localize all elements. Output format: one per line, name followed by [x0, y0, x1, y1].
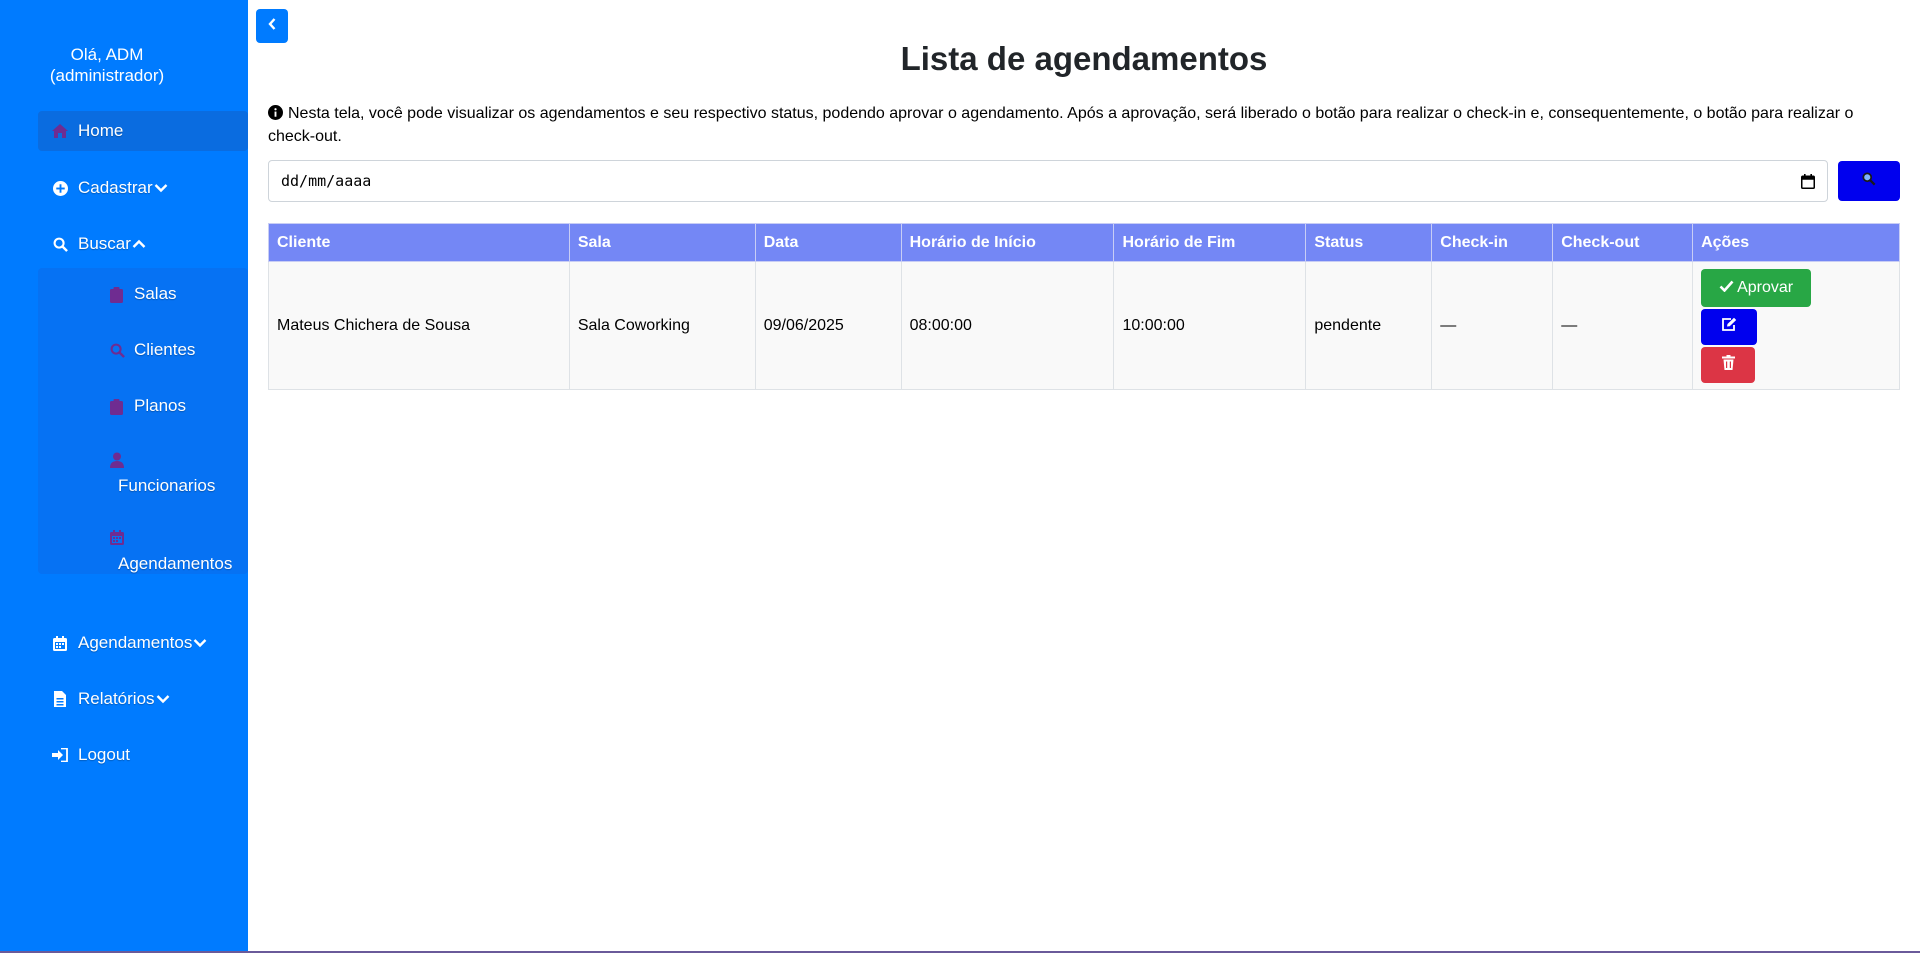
sidebar-item-label: Cadastrar: [78, 178, 153, 197]
approve-button[interactable]: Aprovar: [1701, 268, 1812, 307]
table-row: Mateus Chichera de Sousa Sala Coworking …: [268, 261, 1900, 390]
home-icon: [52, 123, 68, 139]
chevron-left-icon: [267, 17, 277, 36]
column-header-fim: Horário de Fim: [1113, 223, 1307, 262]
column-header-acoes: Ações: [1692, 223, 1900, 262]
sidebar-item-label: Buscar: [78, 234, 131, 253]
sidebar-item-agendamentos[interactable]: Agendamentos: [38, 623, 248, 663]
clipboard-icon: [110, 399, 124, 415]
sidebar-item-label: Agendamentos: [78, 633, 193, 652]
column-header-sala: Sala: [568, 223, 756, 262]
sidebar-toggle-button[interactable]: [256, 9, 288, 43]
search-button[interactable]: [1838, 161, 1900, 201]
sidebar-item-home[interactable]: Home: [38, 111, 248, 151]
column-header-checkin: Check-in: [1431, 223, 1554, 262]
column-header-data: Data: [754, 223, 902, 262]
user-icon: [110, 452, 124, 468]
delete-button[interactable]: [1701, 346, 1756, 383]
app: Olá, ADM (administrador) Home Cadastrar …: [0, 0, 1920, 970]
clipboard-icon: [110, 287, 124, 303]
cell-sala: Sala Coworking: [568, 261, 756, 390]
sidebar-item-relatorios[interactable]: Relatórios: [38, 679, 248, 719]
calendar-picker-icon[interactable]: [1801, 174, 1815, 193]
sidebar-item-label: Logout: [78, 745, 130, 764]
chevron-down-icon: [193, 638, 207, 648]
column-header-inicio: Horário de Início: [900, 223, 1115, 262]
submenu-item-agendamentos[interactable]: Agendamentos: [110, 530, 240, 578]
cell-data: 09/06/2025: [754, 261, 902, 390]
chevron-down-icon: [156, 694, 170, 704]
cell-checkin: —: [1431, 261, 1554, 390]
calendar-icon: [52, 635, 68, 651]
date-filter-input[interactable]: dd/mm/aaaa: [268, 160, 1828, 202]
cell-fim: 10:00:00: [1113, 261, 1307, 390]
search-icon: [52, 236, 68, 252]
cell-checkout: —: [1552, 261, 1694, 390]
check-icon: [1719, 279, 1734, 297]
info-text: Nesta tela, você pode visualizar os agen…: [268, 105, 1854, 145]
sidebar: Olá, ADM (administrador) Home Cadastrar …: [0, 0, 248, 952]
sidebar-item-buscar[interactable]: Buscar: [38, 224, 248, 264]
chevron-up-icon: [132, 239, 146, 249]
cell-inicio: 08:00:00: [900, 261, 1115, 390]
calendar-icon: [110, 530, 124, 546]
trash-icon: [1721, 354, 1735, 375]
file-icon: [52, 691, 68, 707]
sidebar-item-cadastrar[interactable]: Cadastrar: [38, 168, 248, 208]
page-title: Lista de agendamentos: [900, 40, 1268, 77]
buscar-submenu: Salas Clientes Planos Funcionarios Agend…: [38, 268, 248, 574]
sign-out-icon: [52, 747, 68, 763]
user-greeting: Olá, ADM (administrador): [49, 45, 165, 85]
magnifier-icon: [1862, 171, 1876, 191]
plus-circle-icon: [52, 180, 68, 196]
search-icon: [110, 343, 125, 359]
chevron-down-icon: [154, 183, 168, 193]
date-input-placeholder: dd/mm/aaaa: [281, 172, 372, 190]
approve-button-label: Aprovar: [1737, 278, 1794, 296]
cell-acoes: Aprovar: [1692, 261, 1900, 390]
cell-status: pendente: [1305, 261, 1433, 390]
column-header-cliente: Cliente: [268, 223, 570, 262]
edit-icon: [1721, 317, 1737, 337]
column-header-checkout: Check-out: [1552, 223, 1694, 262]
row-actions: Aprovar: [1701, 268, 1891, 383]
column-header-status: Status: [1305, 223, 1433, 262]
info-circle-icon: [268, 105, 283, 126]
submenu-item-funcionarios[interactable]: Funcionarios: [110, 452, 230, 500]
sidebar-item-label: Relatórios: [78, 689, 155, 708]
page-bottom-border: [0, 951, 1920, 953]
appointments-table: Cliente Sala Data Horário de Início Horá…: [268, 223, 1900, 390]
table-header-row: Cliente Sala Data Horário de Início Horá…: [268, 223, 1900, 262]
edit-button[interactable]: [1701, 308, 1758, 345]
sidebar-item-label: Home: [78, 121, 124, 140]
sidebar-item-logout[interactable]: Logout: [38, 735, 248, 775]
cell-cliente: Mateus Chichera de Sousa: [268, 261, 570, 390]
info-text-block: Nesta tela, você pode visualizar os agen…: [268, 103, 1900, 147]
